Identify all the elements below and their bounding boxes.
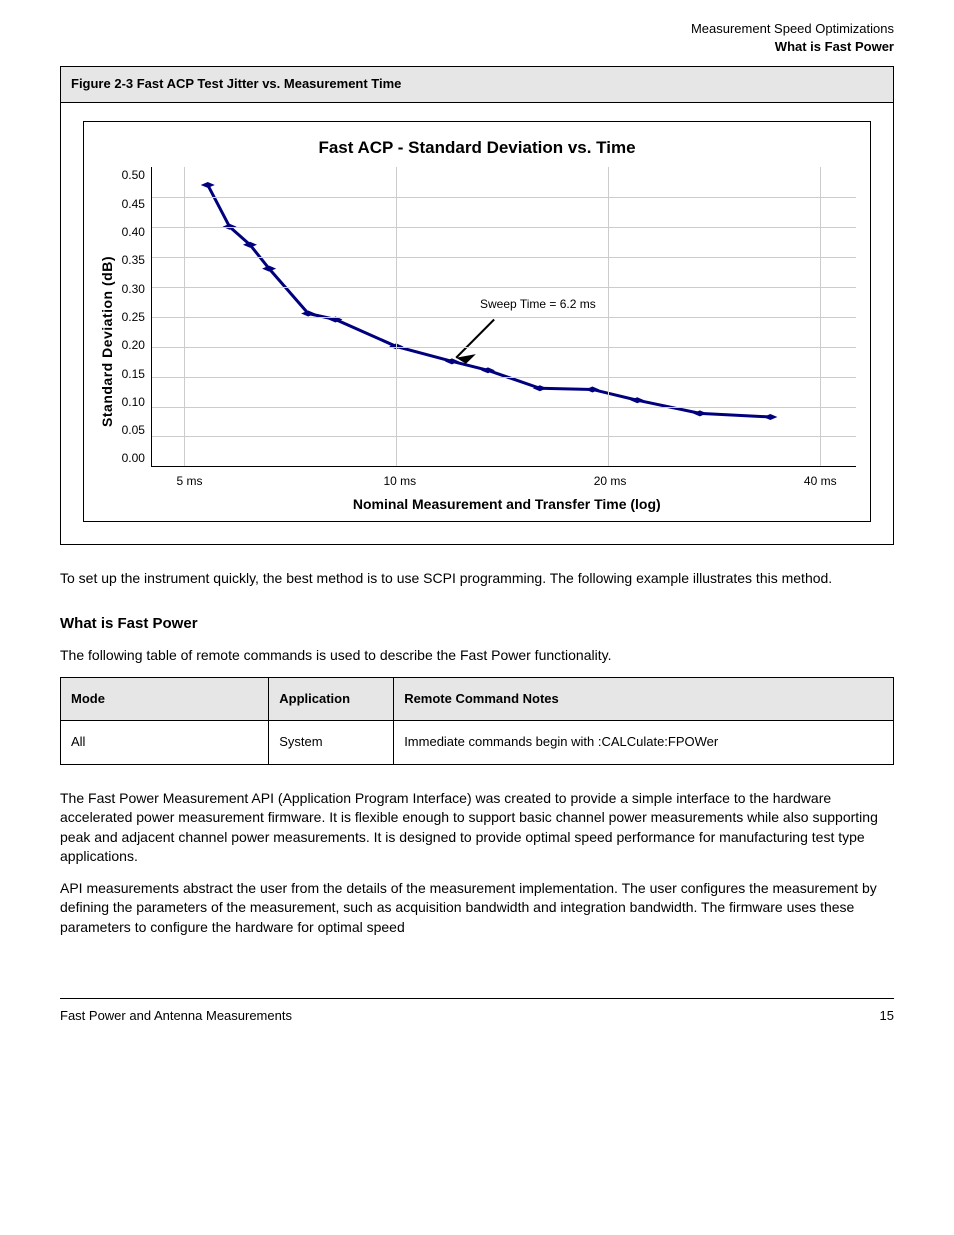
page-footer: Fast Power and Antenna Measurements 15 (60, 1007, 894, 1025)
figure-caption: Figure 2-3 Fast ACP Test Jitter vs. Meas… (61, 67, 893, 102)
td-mode: All (61, 721, 269, 764)
footer-left: Fast Power and Antenna Measurements (60, 1007, 292, 1025)
chart-plot-area: Sweep Time = 6.2 ms (151, 167, 856, 467)
figure-container: Figure 2-3 Fast ACP Test Jitter vs. Meas… (60, 66, 894, 545)
th-notes: Remote Command Notes (394, 678, 894, 721)
body-para1: To set up the instrument quickly, the be… (60, 569, 894, 589)
table-row: All System Immediate commands begin with… (61, 721, 894, 764)
command-table: Mode Application Remote Command Notes Al… (60, 677, 894, 764)
contents-para1: The Fast Power Measurement API (Applicat… (60, 789, 894, 867)
body-para2: The following table of remote commands i… (60, 646, 894, 666)
contents-para2: API measurements abstract the user from … (60, 879, 894, 938)
page-header: Measurement Speed Optimizations What is … (60, 20, 894, 56)
header-line1: Measurement Speed Optimizations (60, 20, 894, 38)
chart-yticks: 0.500.450.400.350.300.250.200.150.100.05… (122, 167, 151, 467)
chart-xlabel: Nominal Measurement and Transfer Time (l… (158, 491, 856, 515)
th-mode: Mode (61, 678, 269, 721)
td-application: System (269, 721, 394, 764)
header-line2: What is Fast Power (60, 38, 894, 56)
th-application: Application (269, 678, 394, 721)
chart-annotation: Sweep Time = 6.2 ms (480, 296, 596, 313)
chart-title: Fast ACP - Standard Deviation vs. Time (98, 136, 856, 160)
figure-body: Fast ACP - Standard Deviation vs. Time S… (61, 103, 893, 544)
chart-ylabel: Standard Deviation (dB) (98, 256, 118, 427)
chart: Fast ACP - Standard Deviation vs. Time S… (83, 121, 871, 522)
td-notes: Immediate commands begin with :CALCulate… (394, 721, 894, 764)
section-heading: What is Fast Power (60, 613, 894, 634)
footer-right: 15 (880, 1007, 894, 1025)
chart-xticks: 5 ms10 ms20 ms40 ms (158, 467, 856, 491)
footer-rule (60, 998, 894, 999)
